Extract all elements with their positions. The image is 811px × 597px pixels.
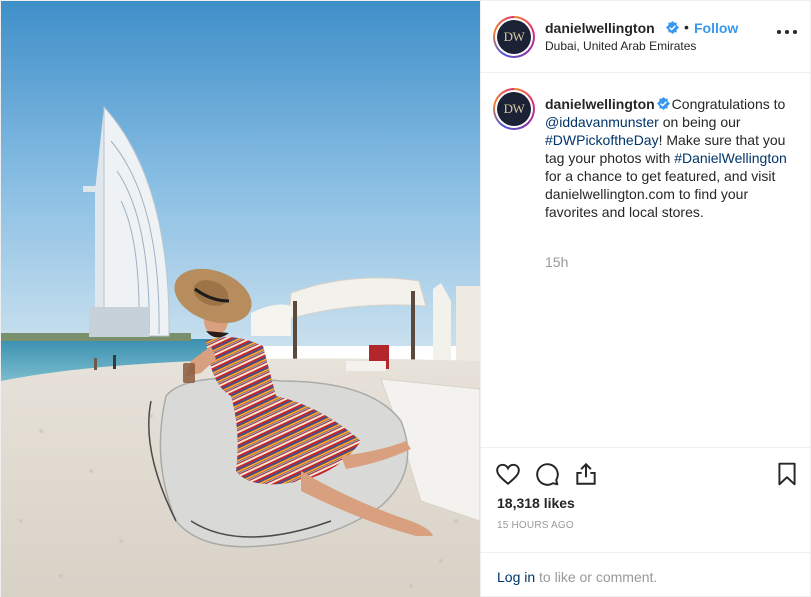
caption-segment: Congratulations to — [671, 96, 786, 112]
caption-text: danielwellington Congratulations to @idda… — [545, 95, 795, 221]
mention-link[interactable]: @iddavanmunster — [545, 114, 659, 130]
beach-photo-illustration — [1, 1, 480, 597]
hashtag-link[interactable]: #DanielWellington — [674, 150, 787, 166]
comment-icon[interactable] — [534, 461, 560, 487]
login-suffix: to like or comment. — [535, 569, 658, 585]
instagram-post: DW danielwellington • Follow Dubai, Unit… — [0, 0, 811, 597]
post-photo[interactable] — [1, 1, 480, 597]
caption-time: 15h — [545, 254, 569, 270]
caption-segment: on being our — [658, 114, 741, 130]
share-icon[interactable] — [573, 461, 599, 487]
avatar[interactable]: DW — [493, 16, 535, 58]
more-options-icon[interactable] — [775, 25, 799, 45]
login-link[interactable]: Log in — [497, 569, 535, 585]
caption-segment: for a chance to get featured, and visit … — [545, 168, 776, 220]
post-timestamp[interactable]: 15 HOURS AGO — [497, 520, 574, 531]
header-username[interactable]: danielwellington — [545, 20, 655, 36]
caption-username[interactable]: danielwellington — [545, 96, 655, 112]
caption-avatar[interactable]: DW — [493, 88, 535, 130]
post-location[interactable]: Dubai, United Arab Emirates — [545, 39, 696, 53]
heart-icon[interactable] — [495, 461, 521, 487]
bookmark-icon[interactable] — [774, 461, 800, 487]
verified-badge-icon — [666, 21, 679, 34]
action-section: 18,318 likes 15 HOURS AGO Log in to like… — [481, 447, 811, 597]
caption-avatar-logo: DW — [497, 92, 531, 126]
follow-button[interactable]: Follow — [694, 20, 738, 36]
post-details-panel: DW danielwellington • Follow Dubai, Unit… — [480, 1, 811, 597]
verified-badge-icon — [656, 97, 670, 110]
hashtag-link[interactable]: #DWPickoftheDay — [545, 132, 659, 148]
login-prompt: Log in to like or comment. — [481, 552, 811, 597]
likes-count[interactable]: 18,318 likes — [497, 495, 575, 511]
header-separator: • — [684, 19, 689, 35]
post-header: DW danielwellington • Follow Dubai, Unit… — [481, 1, 811, 73]
avatar-logo: DW — [497, 20, 531, 54]
login-text: Log in to like or comment. — [497, 569, 657, 585]
